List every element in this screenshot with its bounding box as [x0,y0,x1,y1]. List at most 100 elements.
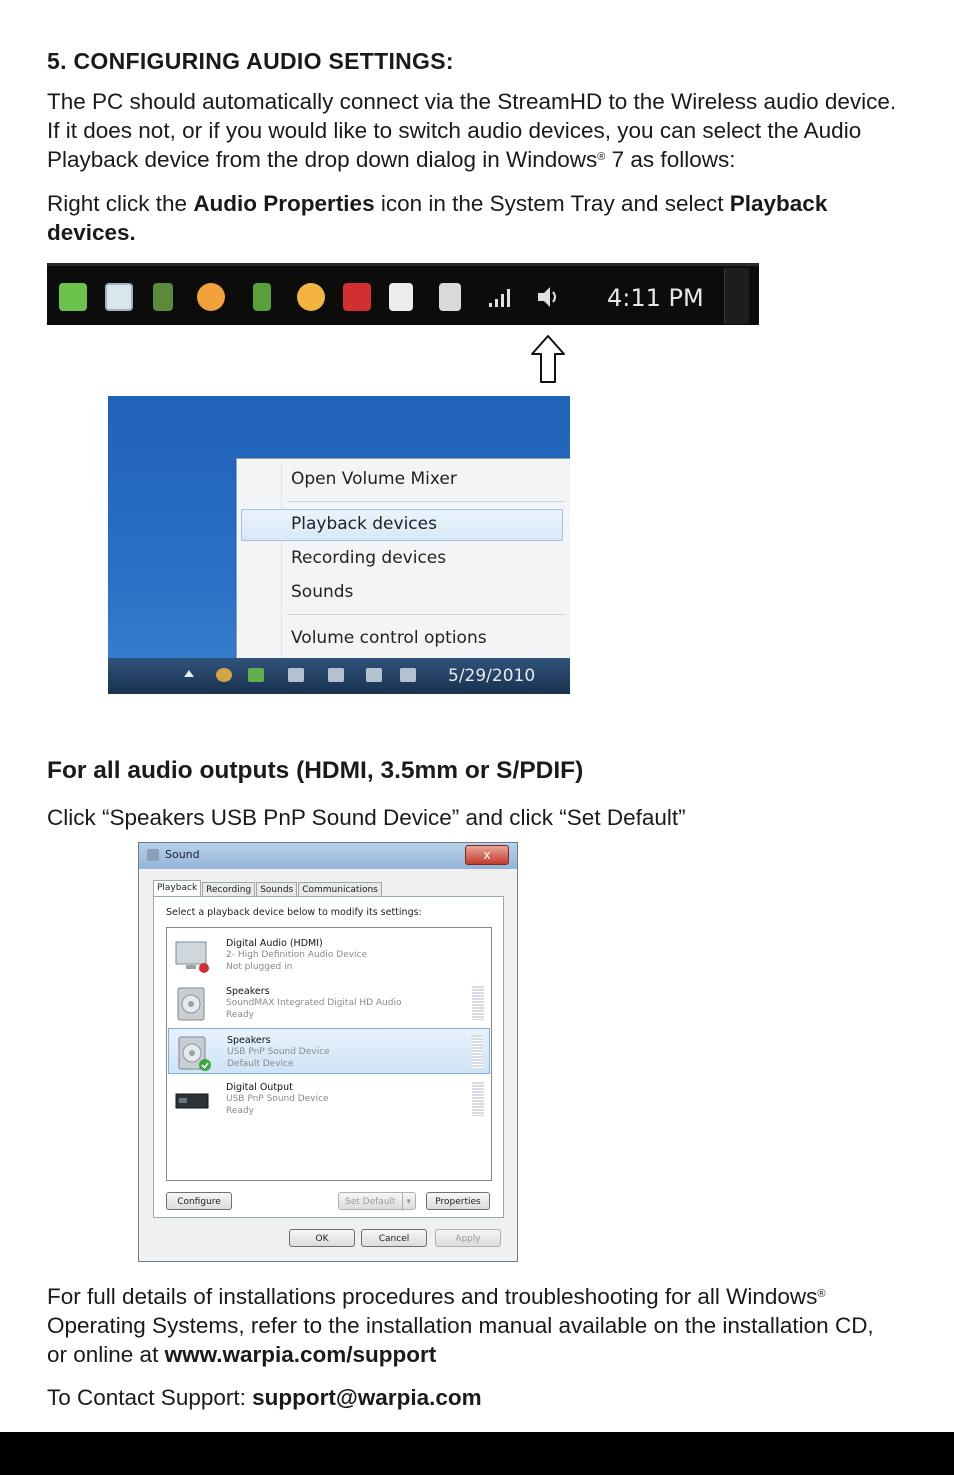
menu-item-recording-devices[interactable]: Recording devices [291,548,446,568]
menu-item-open-volume-mixer[interactable]: Open Volume Mixer [291,469,457,489]
monitor-icon [175,941,209,973]
menu-separator [287,501,565,502]
device-item-hdmi[interactable]: Digital Audio (HDMI) 2- High Definition … [168,932,490,978]
footer-paragraph: For full details of installations proced… [47,1282,917,1369]
tab-playback[interactable]: Playback [153,880,202,897]
instruction-mid: icon in the System Tray and select [374,191,730,216]
footer-line-2: Operating Systems, refer to the installa… [47,1313,874,1338]
set-default-label: Set Default [345,1197,396,1207]
speaker-icon[interactable] [535,283,563,311]
digital-output-icon [175,1093,209,1109]
intro-line-3-end: 7 as follows: [605,147,736,172]
intro-line-3-text: Playback device from the drop down dialo… [47,147,598,172]
wireless-icon[interactable] [248,668,264,682]
volume-meter [472,1082,484,1116]
menu-item-volume-control-options[interactable]: Volume control options [291,628,487,648]
footer-line-3: or online at www.warpia.com/support [47,1340,917,1369]
volume-meter [472,986,484,1020]
footer-line-1-text: For full details of installations proced… [47,1284,818,1309]
network-icon[interactable] [366,668,382,682]
device-status: Ready [226,1106,254,1116]
device-list: Digital Audio (HDMI) 2- High Definition … [166,927,492,1181]
usb-icon[interactable] [153,283,173,311]
footer-line-1: For full details of installations proced… [47,1282,917,1311]
section-heading: 5. CONFIGURING AUDIO SETTINGS: [47,48,454,74]
show-hidden-icons-icon[interactable] [184,670,194,677]
context-menu: Open Volume Mixer Playback devices Recor… [236,458,570,666]
flag-icon[interactable] [389,283,413,311]
battery-icon[interactable] [253,283,271,311]
sound-dialog: Sound x Playback Recording Sounds Communica… [138,842,518,1262]
section2-instruction: Click “Speakers USB PnP Sound Device” an… [47,805,686,830]
menu-separator [287,614,565,615]
tray-clock[interactable]: 4:11 PM [607,284,704,312]
system-tray-screenshot: 4:11 PM [47,263,759,325]
ok-button[interactable]: OK [289,1229,355,1247]
intro-line-1: The PC should automatically connect via … [47,89,897,114]
network-icon[interactable] [105,283,133,311]
device-name: Digital Output [226,1082,293,1093]
device-status: Not plugged in [226,962,293,972]
device-icon[interactable] [439,283,461,311]
tab-sounds[interactable]: Sounds [256,882,298,897]
device-driver: USB PnP Sound Device [226,1094,329,1104]
device-name: Digital Audio (HDMI) [226,938,323,949]
instruction-line-1: Right click the Audio Properties icon in… [47,189,917,218]
menu-item-playback-devices[interactable]: Playback devices [291,514,437,534]
device-item-speakers-soundmax[interactable]: Speakers SoundMAX Integrated Digital HD … [168,980,490,1026]
taskbar-date[interactable]: 5/29/2010 [448,666,535,686]
intro-line-3: Playback device from the drop down dialo… [47,145,917,174]
flag-icon[interactable] [288,668,304,682]
footer-bar [0,1432,954,1475]
menu-item-sounds[interactable]: Sounds [291,582,353,602]
speaker-device-icon [178,1036,211,1071]
set-default-button[interactable]: Set Default ▾ [338,1192,416,1211]
tab-recording[interactable]: Recording [202,882,256,897]
show-desktop-button[interactable] [724,268,749,324]
messenger-icon[interactable] [216,668,232,682]
apply-button[interactable]: Apply [435,1229,501,1247]
device-item-speakers-usb[interactable]: Speakers USB PnP Sound Device Default De… [168,1028,490,1074]
panel-instruction: Select a playback device below to modify… [166,907,422,918]
device-icon[interactable] [328,668,344,682]
playback-label: Playback [729,191,828,216]
audio-properties-label: Audio Properties [193,191,375,216]
device-name: Speakers [226,986,270,997]
wireless-icon[interactable] [59,283,87,311]
cancel-button[interactable]: Cancel [361,1229,427,1247]
volume-meter [471,1035,483,1069]
device-driver: 2- High Definition Audio Device [226,950,368,960]
support-email-link[interactable]: support@warpia.com [252,1385,481,1410]
support-url-link[interactable]: www.warpia.com/support [165,1342,437,1367]
footer-line-3-text: or online at [47,1342,165,1367]
device-status: Ready [226,1010,254,1020]
close-button[interactable]: x [465,845,509,865]
device-item-digital-output[interactable]: Digital Output USB PnP Sound Device Read… [168,1076,490,1122]
speaker-icon[interactable] [400,668,416,682]
instruction-text: Right click the [47,191,194,216]
signal-icon[interactable] [487,283,515,311]
up-arrow-icon [531,335,565,383]
messenger-icon[interactable] [297,283,325,311]
menu-gutter [281,463,282,659]
playback-panel: Select a playback device below to modify… [153,896,504,1218]
sound-icon [147,849,159,861]
registered-mark: ® [597,151,606,163]
taskbar: 5/29/2010 [108,658,570,694]
chevron-down-icon[interactable]: ▾ [402,1193,411,1211]
speaker-device-icon [177,987,205,1021]
dialog-tabs: Playback Recording Sounds Communications [153,877,383,897]
error-icon[interactable] [343,283,371,311]
intro-line-2: If it does not, or if you would like to … [47,118,862,143]
tab-communications[interactable]: Communications [298,882,382,897]
instruction-paragraph: Right click the Audio Properties icon in… [47,189,917,247]
contact-label: To Contact Support: [47,1385,253,1410]
registered-mark: ® [817,1288,826,1300]
configure-button[interactable]: Configure [166,1192,232,1210]
device-name: Speakers [227,1035,271,1046]
section2-heading: For all audio outputs (HDMI, 3.5mm or S/… [47,757,584,784]
update-icon[interactable] [197,283,225,311]
intro-paragraph: The PC should automatically connect via … [47,87,917,174]
dialog-title: Sound [165,848,200,861]
properties-button[interactable]: Properties [426,1192,490,1210]
